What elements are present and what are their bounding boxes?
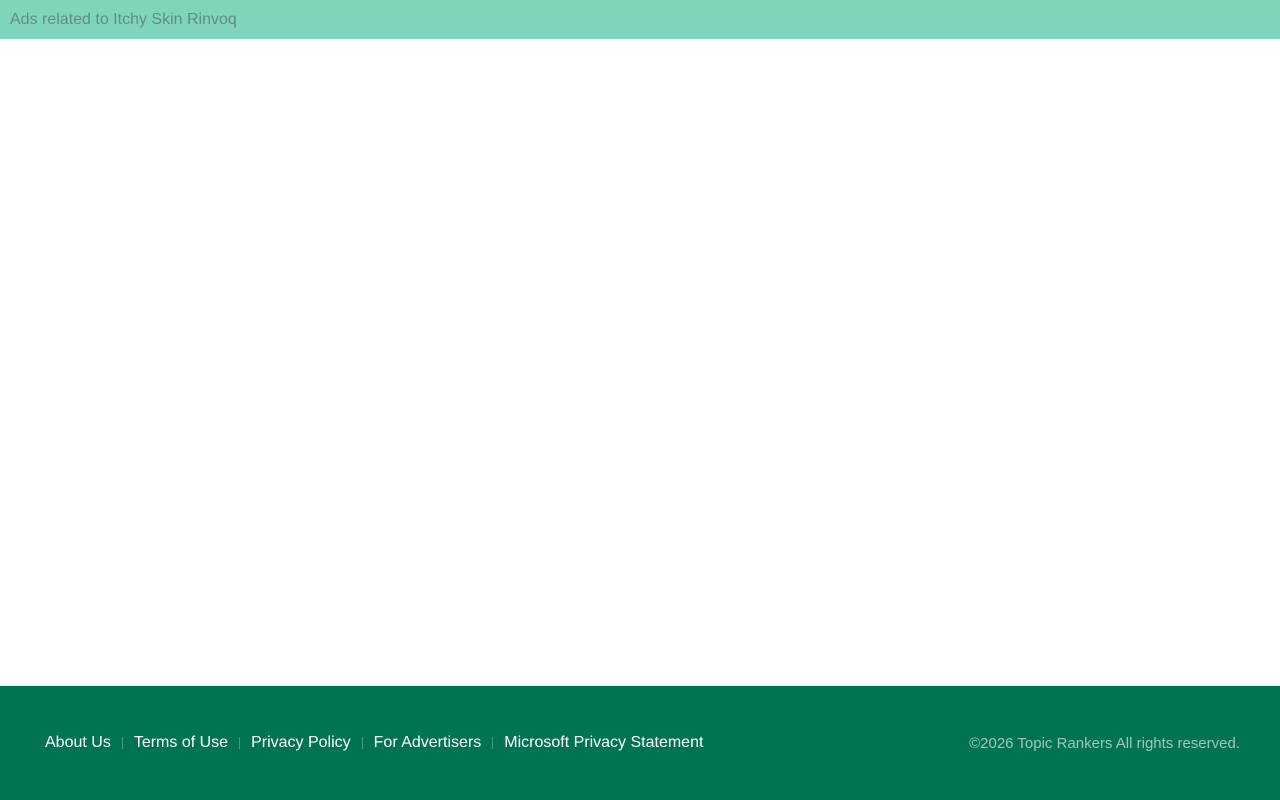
footer: About Us Terms of Use Privacy Policy For… <box>0 686 1280 800</box>
footer-link-privacy-policy[interactable]: Privacy Policy <box>251 735 351 751</box>
main-content-area <box>0 39 1280 686</box>
footer-link-terms-of-use[interactable]: Terms of Use <box>134 735 228 751</box>
footer-link-separator <box>239 737 241 749</box>
footer-link-microsoft-privacy-statement[interactable]: Microsoft Privacy Statement <box>504 735 703 751</box>
footer-link-about-us[interactable]: About Us <box>45 735 111 751</box>
footer-link-separator <box>492 737 494 749</box>
footer-links: About Us Terms of Use Privacy Policy For… <box>45 735 703 751</box>
footer-link-separator <box>121 737 123 749</box>
footer-link-separator <box>361 737 363 749</box>
ads-related-label: Ads related to Itchy Skin Rinvoq <box>10 10 237 28</box>
copyright-notice: ©2026 Topic Rankers All rights reserved. <box>969 734 1240 752</box>
footer-link-for-advertisers[interactable]: For Advertisers <box>374 735 482 751</box>
ads-header-bar: Ads related to Itchy Skin Rinvoq <box>0 0 1280 39</box>
